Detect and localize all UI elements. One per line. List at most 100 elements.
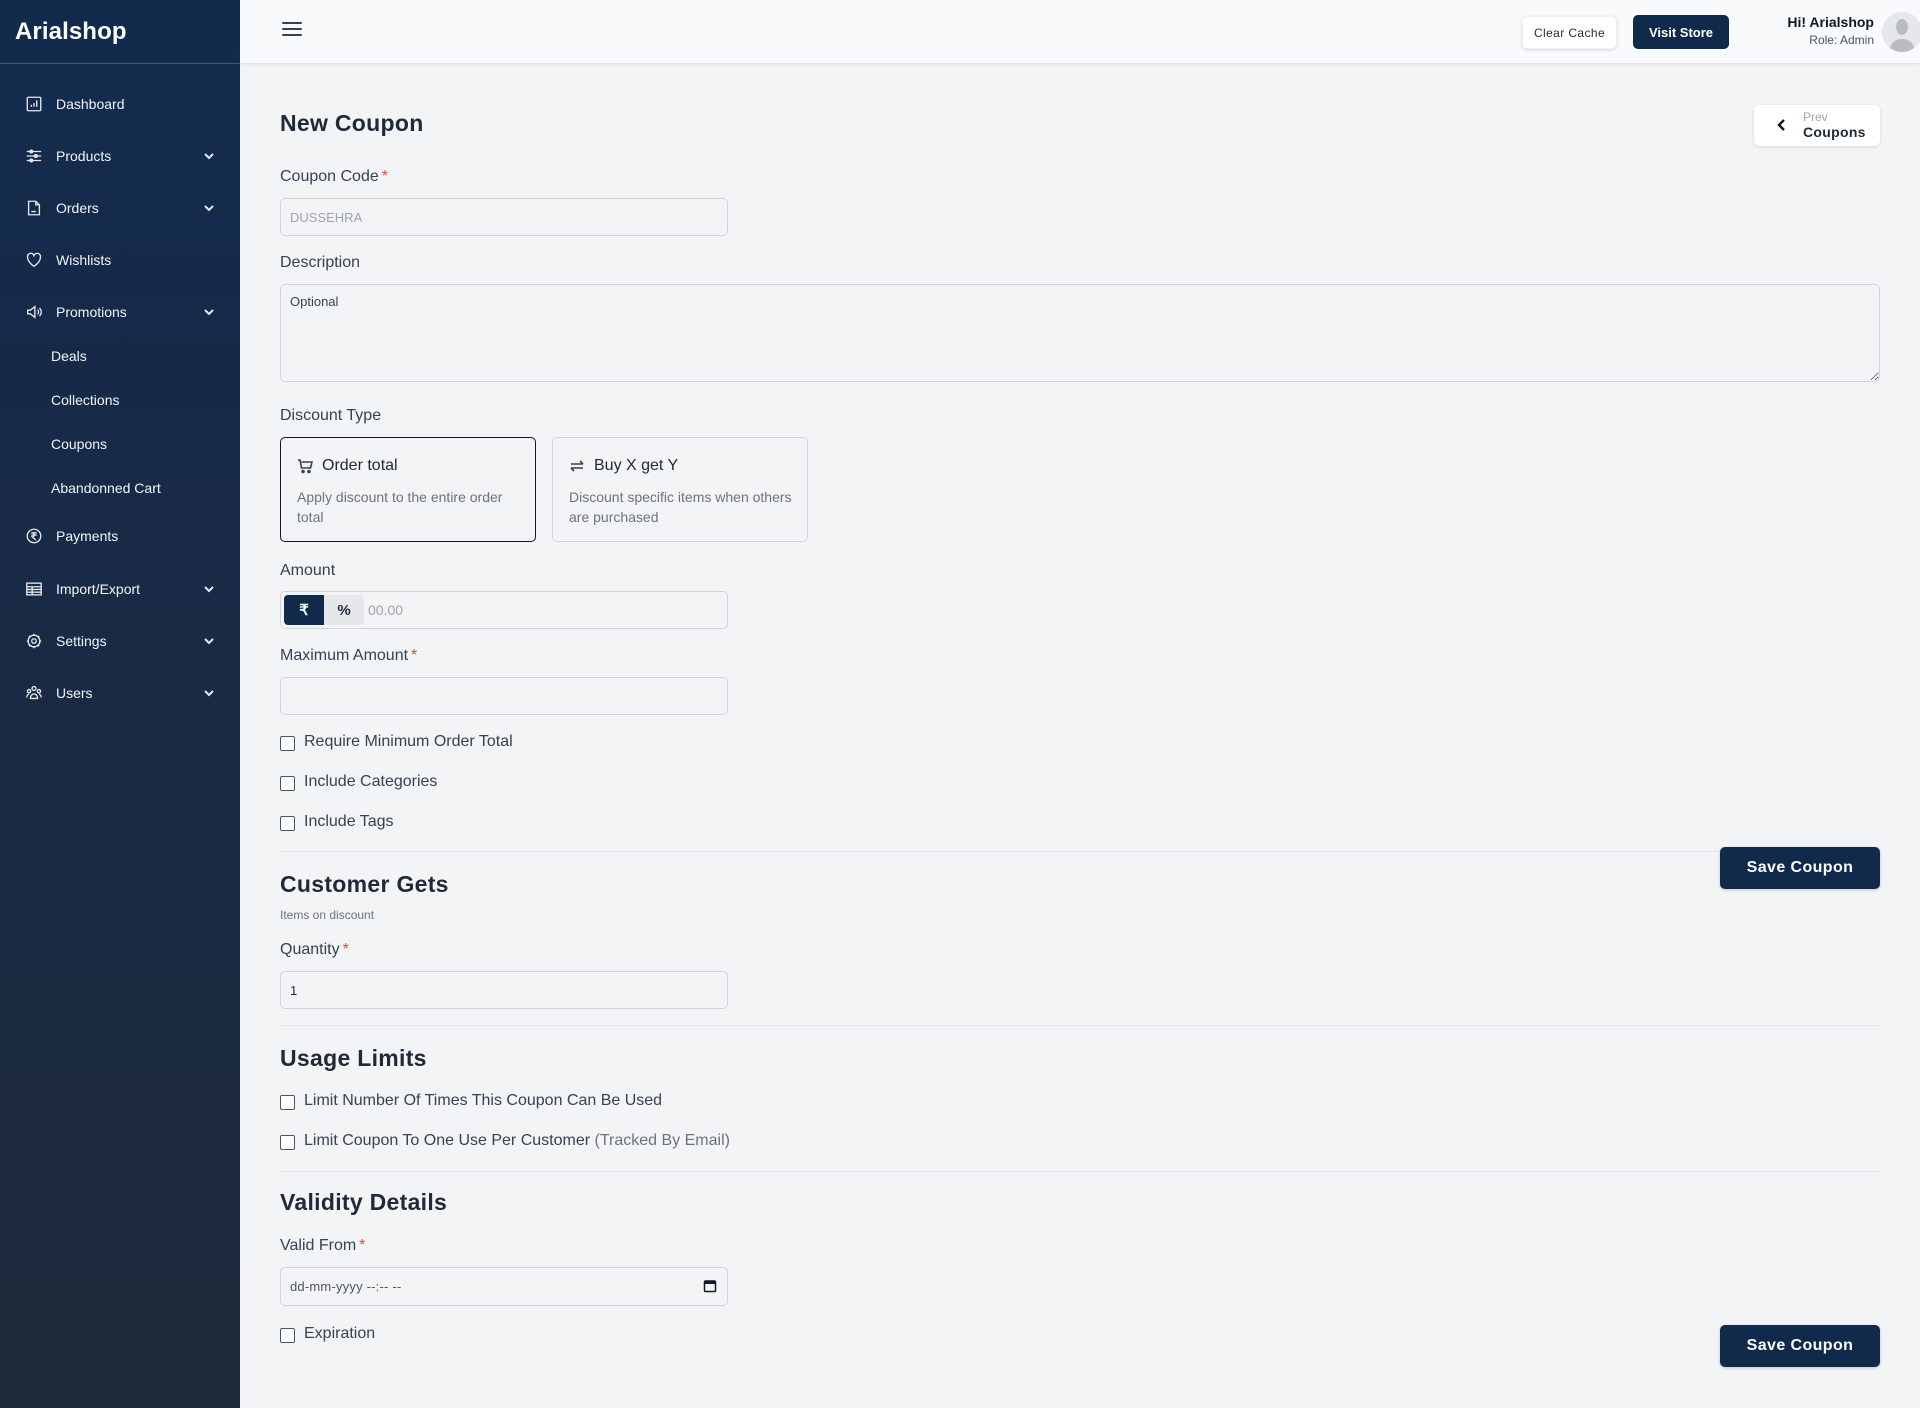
clear-cache-button[interactable]: Clear Cache (1522, 16, 1617, 49)
sidebar-item-products[interactable]: Products (0, 136, 240, 176)
limit-one-per-customer-checkbox[interactable]: Limit Coupon To One Use Per Customer (Tr… (280, 1132, 730, 1150)
chevron-down-icon[interactable] (202, 686, 216, 700)
section-divider (280, 851, 1880, 852)
prev-target-label: Coupons (1803, 124, 1866, 140)
discount-type-buy-x-get-y[interactable]: Buy X get Y Discount specific items when… (552, 437, 808, 542)
checkbox-box[interactable] (280, 776, 295, 791)
user-info: Hi! Arialshop Role: Admin (1740, 14, 1874, 47)
checkbox-box[interactable] (280, 816, 295, 831)
amount-label: Amount (280, 562, 336, 579)
page-title: New Coupon (280, 110, 424, 136)
checkbox-box[interactable] (280, 1135, 295, 1150)
sliders-icon (24, 146, 44, 166)
amount-input[interactable] (368, 596, 718, 624)
sidebar-item-import-export[interactable]: Import/Export (0, 569, 240, 609)
percent-unit-toggle[interactable]: % (324, 595, 364, 625)
checkbox-label: Include Categories (304, 773, 438, 790)
user-silhouette-icon (1882, 12, 1920, 52)
calendar-icon[interactable] (703, 1279, 717, 1293)
save-coupon-button[interactable]: Save Coupon (1720, 847, 1880, 889)
card-description: Apply discount to the entire order total (297, 489, 503, 525)
sidebar-item-label: Payments (56, 528, 119, 544)
sidebar-item-settings[interactable]: Settings (0, 621, 240, 661)
expiration-checkbox[interactable]: Expiration (280, 1325, 375, 1343)
section-divider (280, 1171, 1880, 1172)
user-greeting: Hi! Arialshop (1787, 14, 1874, 30)
top-bar: Clear Cache Visit Store Hi! Arialshop Ro… (240, 0, 1920, 64)
currency-unit-toggle[interactable]: ₹ (284, 595, 324, 625)
prev-label: Prev (1803, 110, 1828, 124)
heart-icon (24, 250, 44, 270)
coupon-code-label: Coupon Code * (280, 168, 388, 185)
checkbox-box[interactable] (280, 1095, 295, 1110)
checkbox-label: Limit Number Of Times This Coupon Can Be… (304, 1092, 663, 1109)
coupon-code-input[interactable] (280, 198, 728, 236)
maximum-amount-label: Maximum Amount * (280, 647, 418, 664)
customer-gets-subtitle: Items on discount (280, 908, 375, 922)
require-minimum-order-checkbox[interactable]: Require Minimum Order Total (280, 733, 513, 751)
section-divider (280, 1025, 1880, 1026)
checkbox-label: Expiration (304, 1325, 376, 1342)
card-description: Discount specific items when others are … (569, 489, 792, 525)
maximum-amount-input[interactable] (280, 677, 728, 715)
sidebar-subitem-collections[interactable]: Collections (51, 385, 119, 415)
discount-type-order-total[interactable]: Order total Apply discount to the entire… (280, 437, 536, 542)
sidebar-item-orders[interactable]: Orders (0, 188, 240, 228)
validity-details-title: Validity Details (280, 1189, 448, 1215)
card-title-text: Buy X get Y (594, 457, 679, 474)
chevron-down-icon[interactable] (202, 305, 216, 319)
menu-toggle-icon[interactable] (282, 22, 302, 40)
sidebar-item-label: Promotions (56, 304, 127, 320)
card-title: Buy X get Y (569, 457, 678, 475)
user-role: Role: Admin (1809, 33, 1874, 47)
checkbox-box[interactable] (280, 736, 295, 751)
amount-field: ₹ % (280, 591, 728, 629)
card-title-text: Order total (322, 457, 398, 474)
description-textarea[interactable] (280, 284, 1880, 382)
sidebar-item-label: Wishlists (56, 252, 112, 268)
sidebar-item-users[interactable]: Users (0, 673, 240, 713)
usage-limits-title: Usage Limits (280, 1045, 427, 1071)
datetime-placeholder: dd-mm-yyyy --:-- -- (290, 1279, 402, 1294)
save-coupon-button-bottom[interactable]: Save Coupon (1720, 1325, 1880, 1367)
checkbox-label: Limit Coupon To One Use Per Customer (304, 1132, 591, 1149)
include-tags-checkbox[interactable]: Include Tags (280, 813, 394, 831)
quantity-input[interactable] (280, 971, 728, 1009)
users-icon (24, 683, 44, 703)
megaphone-icon (24, 302, 44, 322)
valid-from-label: Valid From * (280, 1237, 366, 1254)
sidebar-item-label: Products (56, 148, 112, 164)
sidebar-item-label: Dashboard (56, 96, 125, 112)
brand-logo[interactable]: Arialshop (0, 0, 240, 64)
sidebar-subitem-deals[interactable]: Deals (51, 341, 87, 371)
include-categories-checkbox[interactable]: Include Categories (280, 773, 437, 791)
gear-icon (24, 631, 44, 651)
sidebar: Arialshop Dashboard Products Orders Wish… (0, 0, 240, 1408)
chevron-down-icon[interactable] (202, 201, 216, 215)
sidebar-item-promotions[interactable]: Promotions (0, 292, 240, 332)
sidebar-item-label: Settings (56, 633, 107, 649)
checkbox-label: Require Minimum Order Total (304, 733, 513, 750)
chevron-left-icon (1776, 118, 1788, 132)
visit-store-button[interactable]: Visit Store (1633, 15, 1729, 49)
valid-from-datetime-input[interactable]: dd-mm-yyyy --:-- -- (280, 1267, 728, 1306)
checkbox-box[interactable] (280, 1328, 295, 1343)
sidebar-subitem-abandoned-cart[interactable]: Abandonned Cart (51, 473, 161, 503)
table-icon (24, 579, 44, 599)
chevron-down-icon[interactable] (202, 582, 216, 596)
sidebar-item-label: Orders (56, 200, 99, 216)
card-title: Order total (297, 457, 398, 475)
rupee-circle-icon (24, 526, 44, 546)
sidebar-item-dashboard[interactable]: Dashboard (0, 84, 240, 124)
avatar[interactable] (1882, 12, 1920, 52)
sidebar-item-payments[interactable]: Payments (0, 516, 240, 556)
sidebar-item-wishlists[interactable]: Wishlists (0, 240, 240, 280)
chevron-down-icon[interactable] (202, 634, 216, 648)
sidebar-subitem-coupons[interactable]: Coupons (51, 429, 107, 459)
prev-coupons-button[interactable]: Prev Coupons (1754, 105, 1880, 146)
checkbox-note: (Tracked By Email) (594, 1132, 730, 1149)
checkbox-label: Include Tags (304, 813, 394, 830)
limit-total-uses-checkbox[interactable]: Limit Number Of Times This Coupon Can Be… (280, 1092, 662, 1110)
chevron-down-icon[interactable] (202, 149, 216, 163)
discount-type-label: Discount Type (280, 407, 382, 424)
